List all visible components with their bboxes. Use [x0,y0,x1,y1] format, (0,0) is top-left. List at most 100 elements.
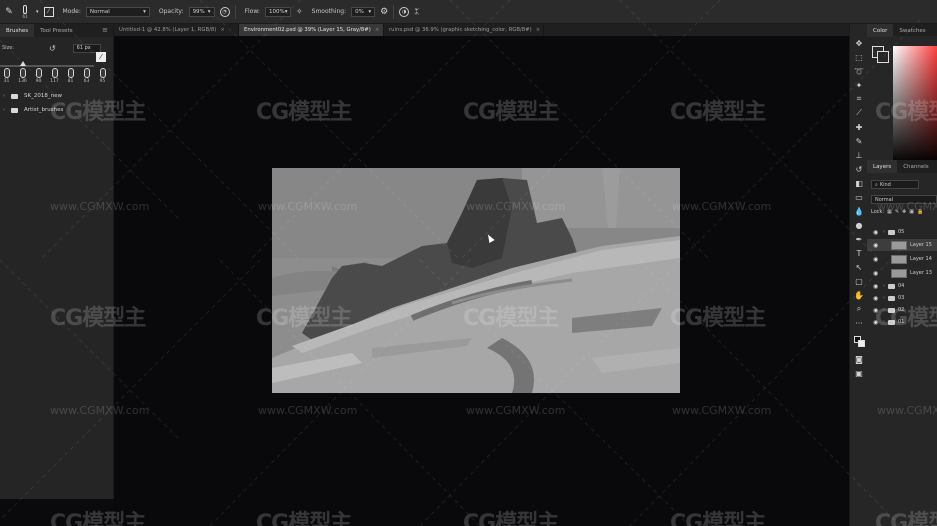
layer-name: Layer 15 [910,242,932,248]
dodge-tool-icon[interactable]: ● [854,220,864,230]
watermark-logo: CG模型主 [463,100,559,125]
chevron-right-icon[interactable]: › [3,107,5,113]
brush-size-picker[interactable]: 61 [19,4,31,19]
tab-swatches[interactable]: Swatches [893,24,931,37]
close-icon[interactable]: × [220,27,224,33]
watermark-logo: CG模型主 [50,511,146,526]
chevron-right-icon[interactable]: › [883,283,885,289]
brush-preset[interactable]: 136 [17,68,28,88]
layer-group-row[interactable]: ◉ › 05 [867,226,937,238]
tab-channels[interactable]: Channels [897,160,934,173]
visibility-eye-icon[interactable]: ◉ [873,270,880,277]
visibility-eye-icon[interactable]: ◉ [873,229,880,236]
eraser-tool-icon[interactable]: ◧ [854,178,864,188]
foreground-background-icon[interactable] [854,335,865,347]
brush-settings-icon[interactable]: ⁄ [43,6,54,17]
folder-icon [888,229,895,235]
brush-preset-size: 95 [99,79,106,84]
quick-mask-icon[interactable]: ◙ [854,354,864,364]
brush-preset[interactable]: 117 [49,68,60,88]
brush-preset[interactable]: 63 [81,68,92,88]
blur-tool-icon[interactable]: 💧 [854,206,864,216]
chevron-right-icon[interactable]: › [883,229,885,235]
path-select-tool-icon[interactable]: ↖ [854,262,864,272]
brush-preset[interactable]: 95 [97,68,108,88]
smoothing-label: Smoothing: [311,8,347,15]
panel-menu-icon[interactable]: ≡ [102,27,108,34]
pressure-opacity-icon[interactable]: ◔ [219,6,230,17]
shape-tool-icon[interactable]: ▢ [854,276,864,286]
screen-mode-icon[interactable]: ▣ [854,368,864,378]
layer-row[interactable]: ◉ Layer 14 [867,253,937,265]
lasso-tool-icon[interactable]: ➰ [854,66,864,76]
layer-thumbnail [891,254,907,264]
color-swatch-icon[interactable] [872,46,890,64]
gear-icon[interactable]: ⚙ [380,5,388,19]
brush-tool-icon[interactable]: ✎ [854,136,864,146]
brush-preset[interactable]: 90 [33,68,44,88]
mode-select[interactable]: Normal ▾ [85,6,150,17]
tab-layers[interactable]: Layers [867,160,898,173]
chevron-down-icon: ▾ [368,8,372,15]
pen-tool-icon[interactable]: ✒ [854,234,864,244]
watermark-logo: CG模型主 [50,100,146,125]
zoom-tool-icon[interactable]: ⌕ [854,304,864,314]
marquee-tool-icon[interactable]: ⬚ [854,52,864,62]
tab-tool-presets[interactable]: Tool Presets [34,24,78,37]
crop-tool-icon[interactable]: ⌗ [854,94,864,104]
brush-preset[interactable]: 31 [1,68,12,88]
document-tab-active[interactable]: Environment02.psd @ 39% (Layer 15, Gray/… [239,24,384,36]
layer-name: 04 [898,283,905,289]
move-tool-icon[interactable]: ✥ [854,38,864,48]
size-slider[interactable] [0,61,94,67]
size-slider-thumb[interactable] [20,61,26,66]
history-brush-tool-icon[interactable]: ↺ [854,164,864,174]
layer-filter-select[interactable]: ⌕ Kind [871,180,919,189]
document-tab[interactable]: Untitled-1 @ 42.8% (Layer 1, RGB/8) × [114,24,239,36]
flow-field[interactable]: 100% ▾ [264,6,291,17]
opacity-field[interactable]: 99% ▾ [188,6,215,17]
close-icon[interactable]: × [536,27,540,33]
healing-tool-icon[interactable]: ✚ [854,122,864,132]
new-brush-icon[interactable]: ⁄ [96,52,106,62]
visibility-eye-icon[interactable]: ◉ [873,256,880,263]
tab-color[interactable]: Color [867,24,894,37]
type-tool-icon[interactable]: T [854,248,864,258]
chevron-down-icon[interactable]: ▾ [36,5,39,19]
hand-tool-icon[interactable]: ✋ [854,290,864,300]
more-tools-icon[interactable]: ··· [854,318,864,328]
layer-filter-value: Kind [879,181,891,188]
watermark-url: www.CGMXW.com [258,200,358,213]
gradient-tool-icon[interactable]: ▭ [854,192,864,202]
watermark-url: www.CGMXW.com [672,404,772,417]
brush-preset-size: 136 [18,79,27,84]
watermark-logo: CG模型主 [256,100,352,125]
watermark-url: www.CGMXW.com [877,200,937,213]
brush-tip-icon [99,68,106,78]
brush-preset[interactable]: 81 [65,68,76,88]
eyedropper-tool-icon[interactable]: ⟋ [854,108,864,118]
brush-tip-icon [67,68,74,78]
close-icon[interactable]: × [375,27,379,33]
stamp-tool-icon[interactable]: ⊥ [854,150,864,160]
symmetry-icon[interactable]: ᛯ [414,5,419,19]
layer-row[interactable]: ◉ Layer 13 [867,267,937,279]
color-panel-tabs: Color Swatches [867,24,937,37]
pressure-size-icon[interactable]: ◑ [399,6,410,17]
brush-tip-icon [51,68,58,78]
reset-size-icon[interactable]: ↺ [49,44,56,53]
brushes-panel-tabs: Brushes Tool Presets ≡ [0,24,113,37]
watermark-logo: CG模型主 [670,306,766,331]
visibility-eye-icon[interactable]: ◉ [873,242,880,249]
layer-group-row[interactable]: ◉ › 04 [867,280,937,292]
document-tab-label: ruins.psd @ 36.9% (graphic sketching_col… [389,27,532,33]
smoothing-field[interactable]: 0% ▾ [351,6,376,17]
document-tab[interactable]: ruins.psd @ 36.9% (graphic sketching_col… [384,24,544,36]
magic-wand-tool-icon[interactable]: ✦ [854,80,864,90]
chevron-right-icon[interactable]: › [3,93,5,99]
layer-row[interactable]: ◉ Layer 15 [867,239,937,251]
visibility-eye-icon[interactable]: ◉ [873,283,880,290]
brush-tool-icon[interactable]: ✎ [4,5,14,19]
airbrush-icon[interactable]: ✧ [296,5,303,19]
tab-brushes[interactable]: Brushes [0,24,35,37]
